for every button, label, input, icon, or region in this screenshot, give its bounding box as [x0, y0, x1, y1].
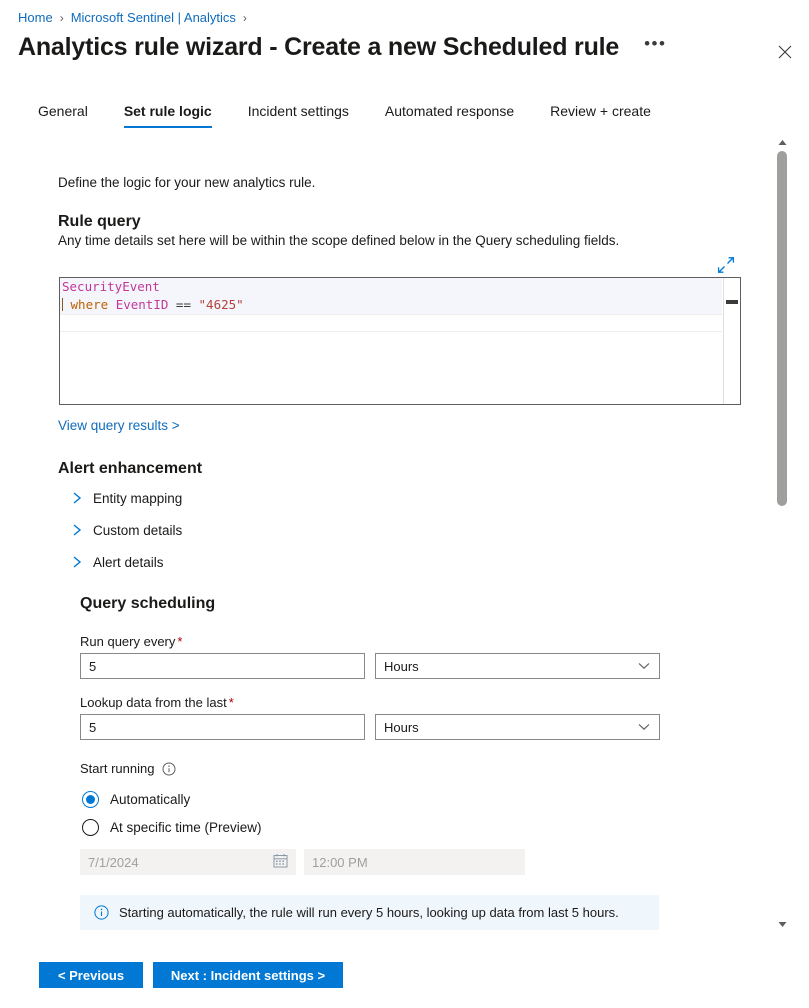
required-asterisk-2: *: [229, 695, 234, 710]
scheduling-info-banner-text: Starting automatically, the rule will ru…: [119, 905, 619, 920]
alert-enhancement-heading: Alert enhancement: [58, 460, 202, 478]
run-query-every-label-text: Run query every: [80, 634, 175, 649]
chevron-right-icon: [68, 489, 86, 507]
previous-button[interactable]: < Previous: [39, 962, 143, 988]
run-query-every-unit-select[interactable]: Hours: [375, 653, 660, 679]
collapsible-label-custom-details: Custom details: [93, 523, 182, 538]
chevron-down-icon: [637, 659, 651, 673]
tab-incident-settings[interactable]: Incident settings: [248, 103, 349, 128]
breadcrumb: Home › Microsoft Sentinel | Analytics ›: [18, 10, 254, 26]
radio-label-at-specific-time: At specific time (Preview): [110, 820, 262, 835]
start-running-label-text: Start running: [80, 761, 154, 776]
radio-button-automatically[interactable]: [82, 791, 99, 808]
query-editor-scroll-thumb[interactable]: [726, 300, 738, 304]
kql-column-token: EventID: [116, 297, 169, 312]
query-code-line-1: SecurityEvent: [60, 278, 722, 296]
chevron-down-icon[interactable]: [774, 916, 790, 932]
radio-at-specific-time[interactable]: At specific time (Preview): [82, 819, 262, 836]
expand-diagonal-icon[interactable]: [716, 255, 736, 275]
breadcrumb-separator-icon: ›: [60, 10, 64, 26]
analytics-rule-wizard-blade: Home › Microsoft Sentinel | Analytics › …: [0, 0, 809, 1008]
scheduling-info-banner: Starting automatically, the rule will ru…: [80, 895, 659, 930]
start-date-value: 7/1/2024: [88, 855, 273, 870]
collapsible-entity-mapping[interactable]: Entity mapping: [68, 487, 182, 509]
query-scheduling-heading: Query scheduling: [80, 595, 215, 613]
page-title: Analytics rule wizard - Create a new Sch…: [18, 33, 619, 62]
radio-button-at-specific-time[interactable]: [82, 819, 99, 836]
rule-query-heading: Rule query: [58, 213, 141, 231]
query-code-line-blank: [60, 314, 722, 332]
title-row: Analytics rule wizard - Create a new Sch…: [18, 33, 791, 62]
lookup-data-input[interactable]: [80, 714, 365, 740]
breadcrumb-item-sentinel-analytics[interactable]: Microsoft Sentinel | Analytics: [71, 10, 236, 26]
info-circle-icon[interactable]: [162, 762, 176, 776]
page-scrollbar-thumb[interactable]: [777, 151, 787, 506]
more-options-icon[interactable]: •••: [639, 37, 671, 51]
rule-query-editor[interactable]: SecurityEvent where EventID == "4625": [59, 277, 741, 405]
collapsible-label-entity-mapping: Entity mapping: [93, 491, 182, 506]
run-query-every-unit-value: Hours: [384, 659, 637, 674]
collapsible-alert-details[interactable]: Alert details: [68, 551, 164, 573]
start-time-value: 12:00 PM: [312, 855, 368, 870]
start-running-label: Start running: [80, 761, 176, 776]
collapsible-label-alert-details: Alert details: [93, 555, 164, 570]
tab-set-rule-logic[interactable]: Set rule logic: [124, 103, 212, 128]
lookup-data-unit-select[interactable]: Hours: [375, 714, 660, 740]
run-query-every-label: Run query every*: [80, 634, 182, 649]
radio-automatically[interactable]: Automatically: [82, 791, 190, 808]
tab-automated-response[interactable]: Automated response: [385, 103, 514, 128]
view-query-results-link[interactable]: View query results >: [58, 418, 180, 433]
rule-query-subtext: Any time details set here will be within…: [58, 233, 619, 248]
collapsible-custom-details[interactable]: Custom details: [68, 519, 182, 541]
query-code-lines[interactable]: SecurityEvent where EventID == "4625": [60, 278, 722, 404]
tab-review-create[interactable]: Review + create: [550, 103, 651, 128]
lookup-data-label-text: Lookup data from the last: [80, 695, 227, 710]
kql-string-token: "4625": [199, 297, 244, 312]
chevron-up-icon[interactable]: [774, 134, 790, 150]
page-scrollbar[interactable]: [774, 134, 790, 932]
query-code-line-2: where EventID == "4625": [60, 296, 722, 314]
wizard-footer: < Previous Next : Incident settings >: [0, 950, 809, 1008]
start-time-input[interactable]: 12:00 PM: [304, 849, 525, 875]
content-pane: Define the logic for your new analytics …: [0, 135, 762, 935]
wizard-tabs: General Set rule logic Incident settings…: [38, 103, 687, 128]
tab-general[interactable]: General: [38, 103, 88, 128]
lookup-data-label: Lookup data from the last*: [80, 695, 234, 710]
breadcrumb-separator-icon-2: ›: [243, 10, 247, 26]
run-query-every-input[interactable]: [80, 653, 365, 679]
intro-text: Define the logic for your new analytics …: [58, 175, 315, 190]
breadcrumb-item-home[interactable]: Home: [18, 10, 53, 26]
kql-operator-token: ==: [176, 297, 191, 312]
radio-label-automatically: Automatically: [110, 792, 190, 807]
close-icon[interactable]: [771, 38, 799, 66]
kql-keyword-token: where: [71, 297, 109, 312]
start-date-input[interactable]: 7/1/2024: [80, 849, 296, 875]
chevron-right-icon: [68, 553, 86, 571]
calendar-icon[interactable]: [273, 853, 288, 871]
required-asterisk: *: [177, 634, 182, 649]
kql-table-token: SecurityEvent: [62, 279, 160, 294]
query-editor-scrollbar[interactable]: [723, 278, 740, 404]
chevron-down-icon: [637, 720, 651, 734]
next-incident-settings-button[interactable]: Next : Incident settings >: [153, 962, 343, 988]
info-circle-icon: [94, 905, 109, 920]
chevron-right-icon: [68, 521, 86, 539]
lookup-data-unit-value: Hours: [384, 720, 637, 735]
